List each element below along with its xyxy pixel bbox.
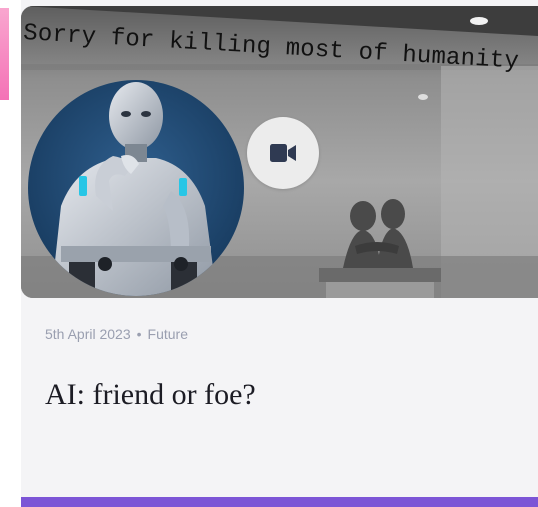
page: Sorry for killing most of humanity 5th A…: [0, 0, 538, 507]
post-thumbnail[interactable]: Sorry for killing most of humanity: [21, 6, 538, 298]
post-category-link[interactable]: Future: [148, 326, 188, 342]
ceiling-light: [470, 17, 488, 25]
adjacent-card-edge: [0, 8, 9, 100]
video-play-button[interactable]: [247, 117, 319, 189]
post-meta: 5th April 2023 • Future: [45, 326, 188, 342]
post-title[interactable]: AI: friend or foe?: [45, 378, 256, 412]
statue-plinth: [319, 268, 441, 282]
card-accent-bar: [21, 497, 538, 507]
meta-separator: •: [136, 326, 142, 342]
video-camera-icon: [270, 144, 296, 162]
post-date: 5th April 2023: [45, 326, 131, 342]
blog-post-card[interactable]: Sorry for killing most of humanity 5th A…: [21, 0, 538, 507]
